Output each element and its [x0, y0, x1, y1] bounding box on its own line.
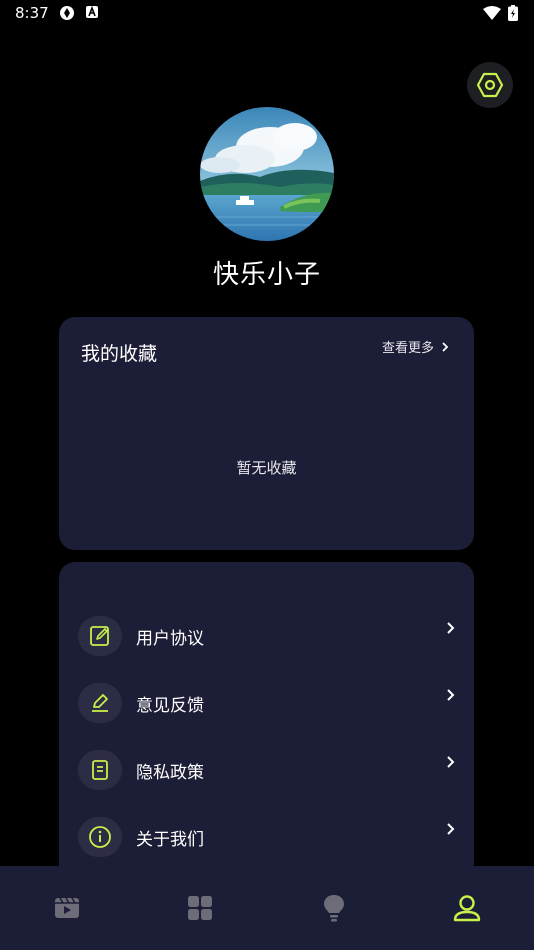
menu-item-label: 用户协议	[136, 628, 204, 649]
menu-item-user-agreement[interactable]: 用户协议	[78, 614, 455, 658]
status-time: 8:37	[15, 4, 49, 22]
view-more-label: 查看更多	[381, 341, 434, 356]
tab-profile[interactable]	[447, 888, 487, 928]
menu-item-privacy-policy[interactable]: 隐私政策	[78, 748, 455, 792]
wifi-icon	[483, 6, 501, 20]
menu-item-label: 隐私政策	[136, 762, 204, 783]
chevron-right-icon	[447, 823, 455, 835]
chevron-right-icon	[447, 756, 455, 768]
chevron-right-icon	[442, 341, 449, 352]
favorites-empty-text: 暂无收藏	[236, 459, 297, 477]
lightbulb-icon	[324, 895, 344, 922]
favorites-title: 我的收藏	[81, 343, 158, 365]
grid-icon	[188, 896, 212, 920]
tab-video[interactable]	[47, 888, 87, 928]
favorites-card: 我的收藏 查看更多 暂无收藏	[59, 317, 474, 550]
sync-icon	[60, 6, 74, 20]
menu-item-label: 关于我们	[136, 829, 204, 850]
view-more-link[interactable]: 查看更多	[382, 337, 450, 356]
document-icon	[78, 750, 122, 790]
menu-item-label: 意见反馈	[136, 695, 204, 716]
battery-icon	[508, 5, 518, 21]
edit-document-icon	[78, 616, 122, 656]
bottom-tab-bar	[0, 866, 534, 950]
tab-ideas[interactable]	[314, 888, 354, 928]
tab-grid[interactable]	[180, 888, 220, 928]
pencil-icon	[78, 683, 122, 723]
chevron-right-icon	[447, 622, 455, 634]
notification-icon	[86, 5, 98, 18]
avatar[interactable]	[200, 107, 334, 241]
user-icon	[453, 895, 481, 922]
menu-item-feedback[interactable]: 意见反馈	[78, 681, 455, 725]
username: 快乐小子	[212, 260, 321, 290]
video-icon	[55, 897, 79, 918]
settings-button[interactable]	[467, 62, 513, 108]
chevron-right-icon	[447, 689, 455, 701]
menu-item-about-us[interactable]: 关于我们	[78, 815, 455, 859]
menu-card: 用户协议 意见反馈 隐私政策 关于我们	[59, 562, 474, 892]
status-bar: 8:37	[0, 0, 534, 28]
settings-icon	[477, 72, 503, 98]
info-icon	[78, 817, 122, 857]
